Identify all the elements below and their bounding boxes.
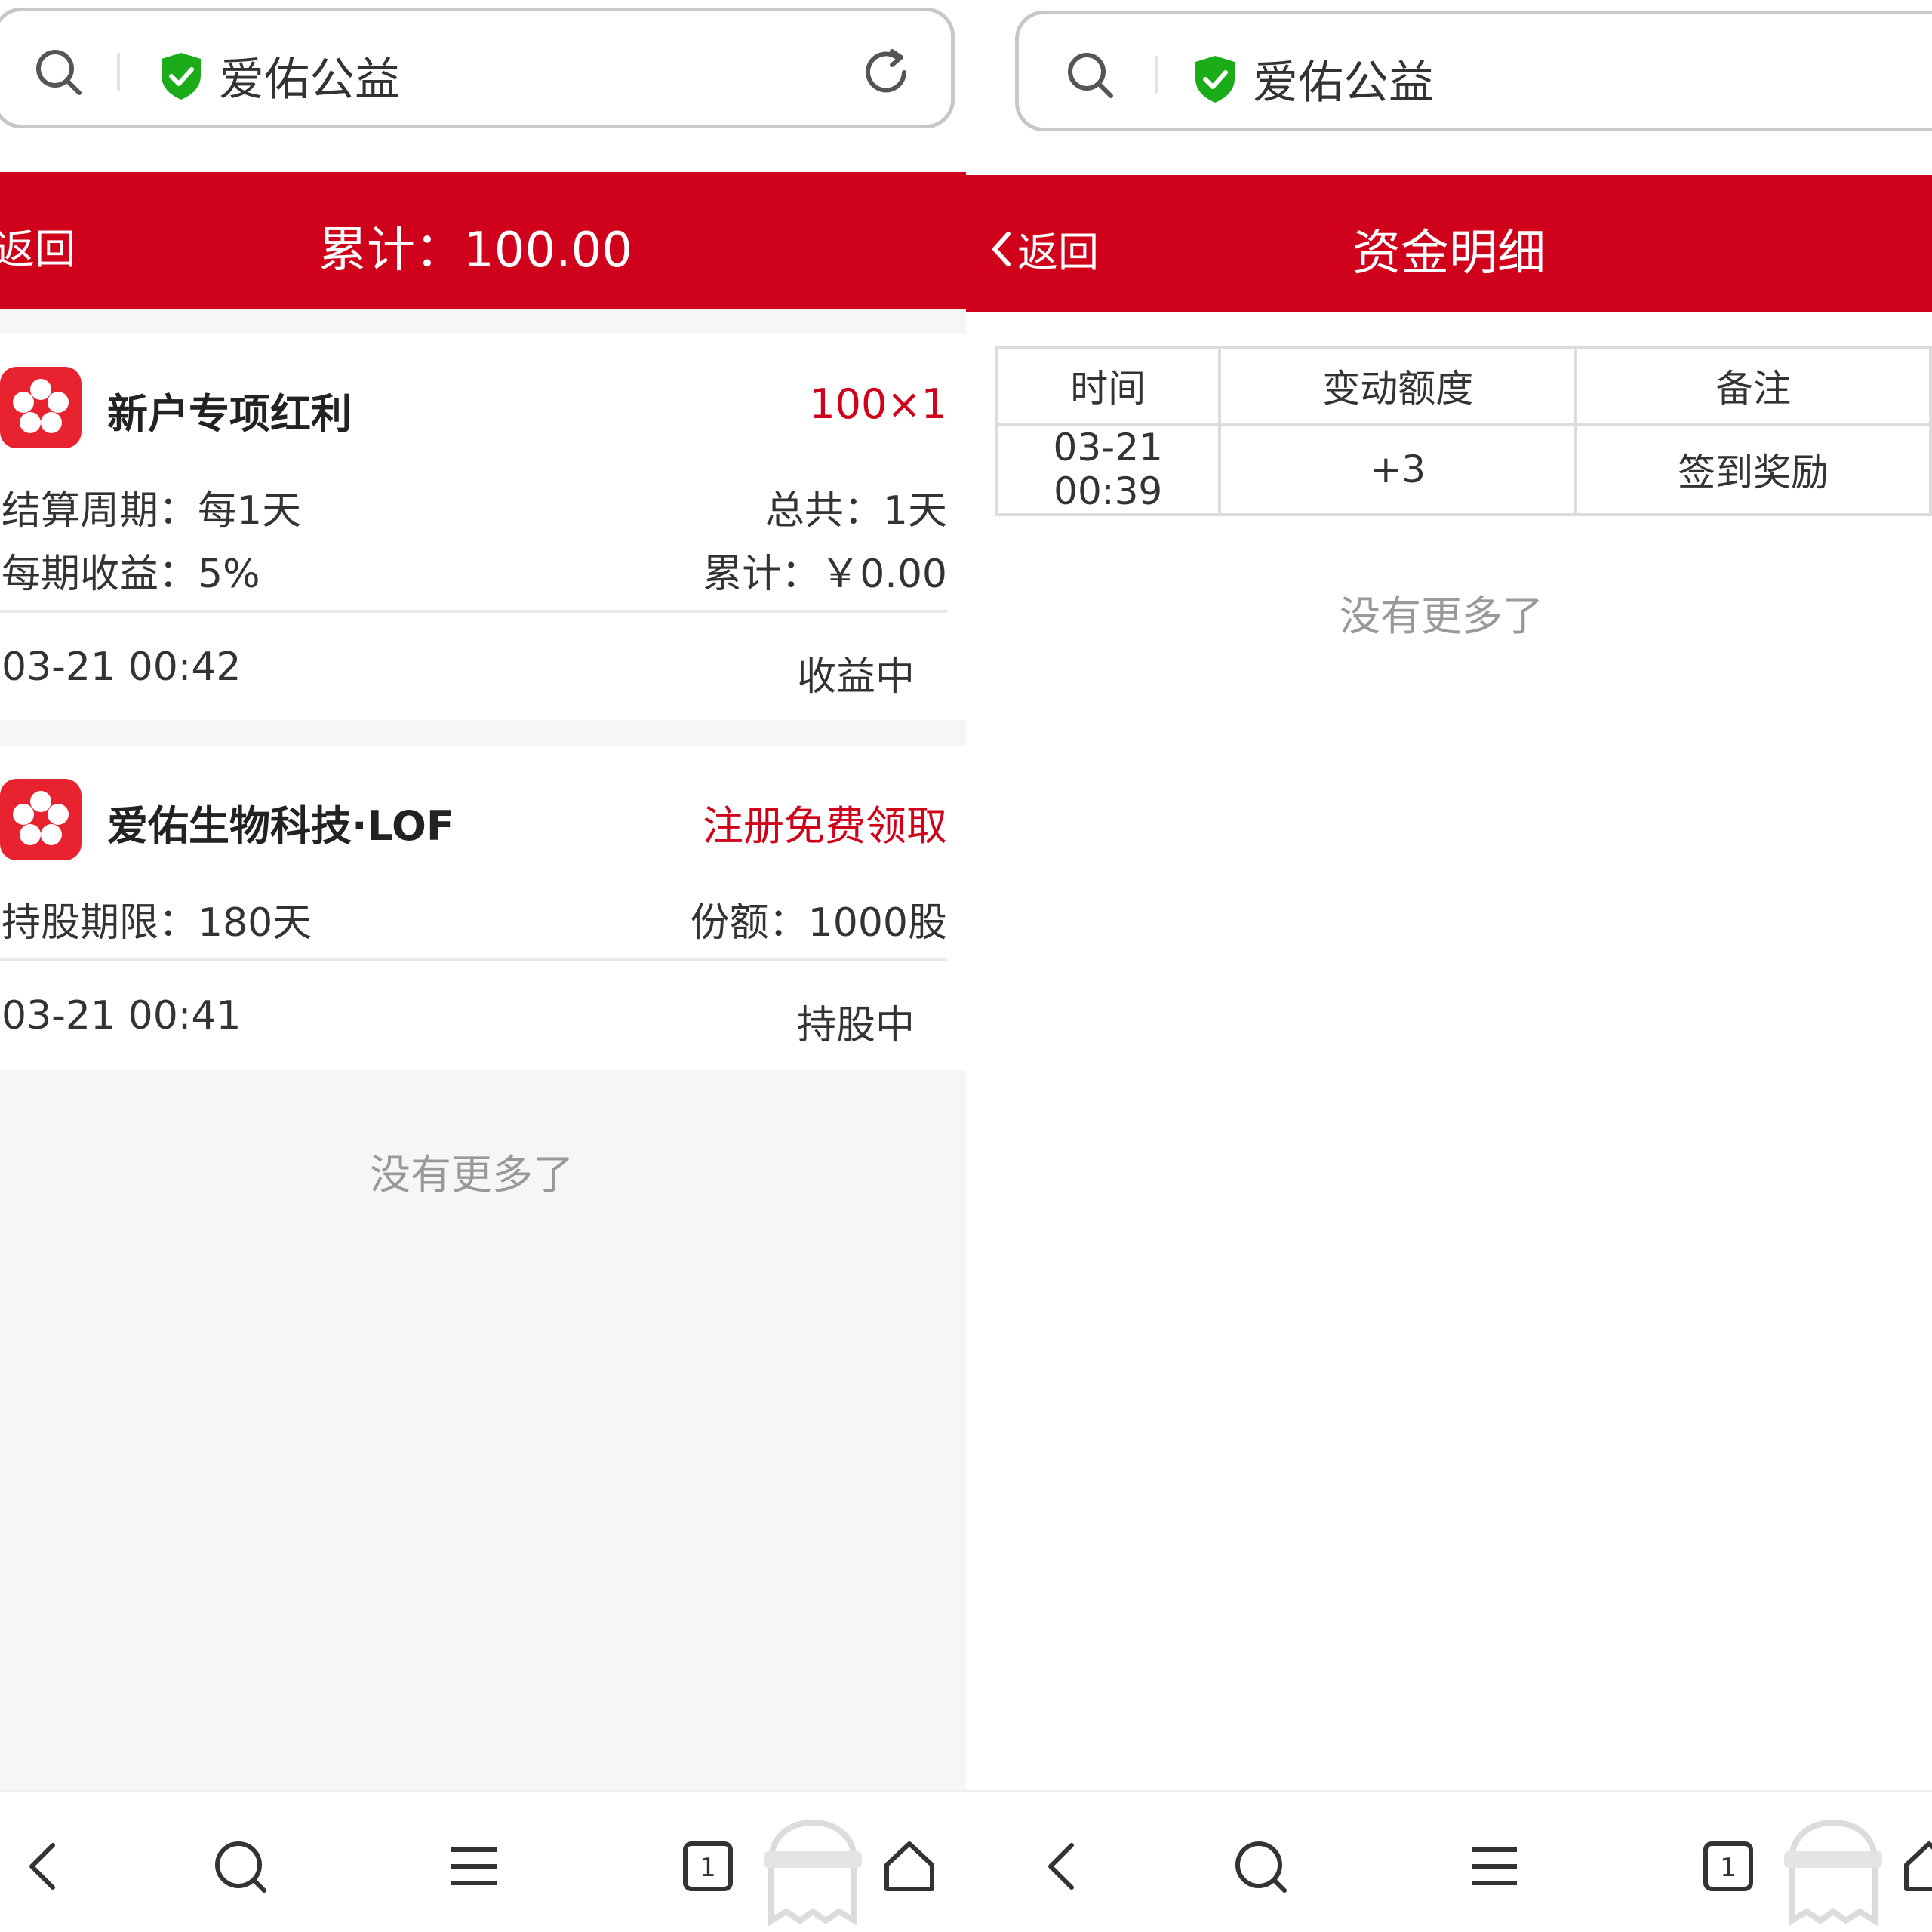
address-bar[interactable]: 爱佑公益 bbox=[1015, 11, 1932, 131]
tabs-count: 1 bbox=[700, 1853, 716, 1883]
product-tag[interactable]: 注册免费领取 bbox=[703, 792, 947, 852]
no-more-text: 没有更多了 bbox=[1340, 592, 1543, 640]
menu-icon[interactable] bbox=[1464, 1836, 1524, 1897]
ghost-mascot-icon bbox=[756, 1815, 869, 1928]
back-arrow-icon[interactable] bbox=[15, 1836, 75, 1897]
total-title: 累计：100.00 bbox=[318, 223, 632, 278]
separator bbox=[117, 53, 120, 91]
tabs-icon[interactable]: 1 bbox=[1698, 1836, 1758, 1897]
card-status: 收益中 bbox=[796, 654, 915, 700]
shield-check-icon bbox=[158, 51, 204, 101]
address-bar-area: 爱佑公益 bbox=[0, 0, 966, 174]
cell-note: 签到奖励 bbox=[1574, 423, 1932, 516]
search-icon[interactable] bbox=[1064, 49, 1117, 102]
holding-term: 持股期限：180天 bbox=[2, 900, 312, 946]
search-icon[interactable] bbox=[210, 1836, 270, 1897]
table-header-row: 时间 变动额度 备注 bbox=[994, 346, 1932, 426]
product-card[interactable]: 新户专项红利 100×1 结算周期：每1天 总共：1天 每期收益：5% 累计：￥… bbox=[0, 334, 966, 720]
column-header: 变动额度 bbox=[1218, 346, 1578, 426]
divider bbox=[0, 958, 947, 961]
table-row: 03-21 00:39 +3 签到奖励 bbox=[994, 423, 1932, 516]
accumulated: 累计：￥0.00 bbox=[703, 552, 947, 597]
product-name: 新户专项红利 bbox=[107, 390, 352, 438]
product-name: 爱佑生物科技·LOF bbox=[107, 802, 454, 850]
browser-toolbar: 1 bbox=[0, 1790, 966, 1932]
product-tag: 100×1 bbox=[809, 380, 947, 428]
reload-icon[interactable] bbox=[859, 45, 913, 100]
cell-amount: +3 bbox=[1218, 423, 1578, 516]
browser-toolbar: 1 bbox=[966, 1790, 1932, 1932]
home-icon[interactable] bbox=[879, 1836, 940, 1897]
card-time: 03-21 00:41 bbox=[2, 993, 242, 1038]
column-header: 备注 bbox=[1574, 346, 1932, 426]
tabs-count: 1 bbox=[1720, 1853, 1737, 1883]
page-header: 返回 资金明细 bbox=[966, 175, 1932, 312]
column-header: 时间 bbox=[994, 346, 1222, 426]
share-amount: 份额：1000股 bbox=[690, 900, 947, 946]
divider bbox=[0, 610, 947, 613]
search-icon[interactable] bbox=[32, 46, 85, 99]
search-icon[interactable] bbox=[1230, 1836, 1291, 1897]
site-title: 爱佑公益 bbox=[219, 54, 400, 106]
fund-detail-table: 时间 变动额度 备注 03-21 00:39 +3 签到奖励 bbox=[994, 346, 1932, 516]
tabs-icon[interactable]: 1 bbox=[678, 1836, 738, 1897]
menu-icon[interactable] bbox=[444, 1836, 504, 1897]
address-bar[interactable]: 爱佑公益 bbox=[0, 8, 955, 128]
right-screen: 爱佑公益 返回 资金明细 时间 变动额度 备注 03-21 00:39 +3 签… bbox=[966, 0, 1932, 1932]
ghost-mascot-icon bbox=[1777, 1815, 1890, 1928]
total-days: 总共：1天 bbox=[764, 488, 947, 534]
flower-logo-icon bbox=[0, 779, 82, 860]
card-status: 持股中 bbox=[796, 1003, 915, 1048]
card-time: 03-21 00:42 bbox=[2, 645, 242, 690]
flower-logo-icon bbox=[0, 367, 82, 448]
left-screen: 爱佑公益 返回 累计：100.00 新户专项红利 100×1 结算周期：每1天 … bbox=[0, 0, 966, 1932]
settle-cycle: 结算周期：每1天 bbox=[2, 488, 302, 534]
home-icon[interactable] bbox=[1899, 1836, 1932, 1897]
period-yield: 每期收益：5% bbox=[2, 552, 260, 597]
separator bbox=[1155, 56, 1158, 94]
shield-check-icon bbox=[1192, 54, 1238, 104]
address-bar-area: 爱佑公益 bbox=[966, 0, 1932, 174]
cell-time: 03-21 00:39 bbox=[994, 423, 1222, 516]
page-title: 资金明细 bbox=[1352, 226, 1546, 281]
page-header: 返回 累计：100.00 bbox=[0, 172, 966, 309]
site-title: 爱佑公益 bbox=[1253, 57, 1434, 109]
product-card[interactable]: 爱佑生物科技·LOF 注册免费领取 持股期限：180天 份额：1000股 03-… bbox=[0, 746, 966, 1070]
no-more-text: 没有更多了 bbox=[370, 1151, 574, 1198]
back-arrow-icon[interactable] bbox=[1034, 1836, 1094, 1897]
